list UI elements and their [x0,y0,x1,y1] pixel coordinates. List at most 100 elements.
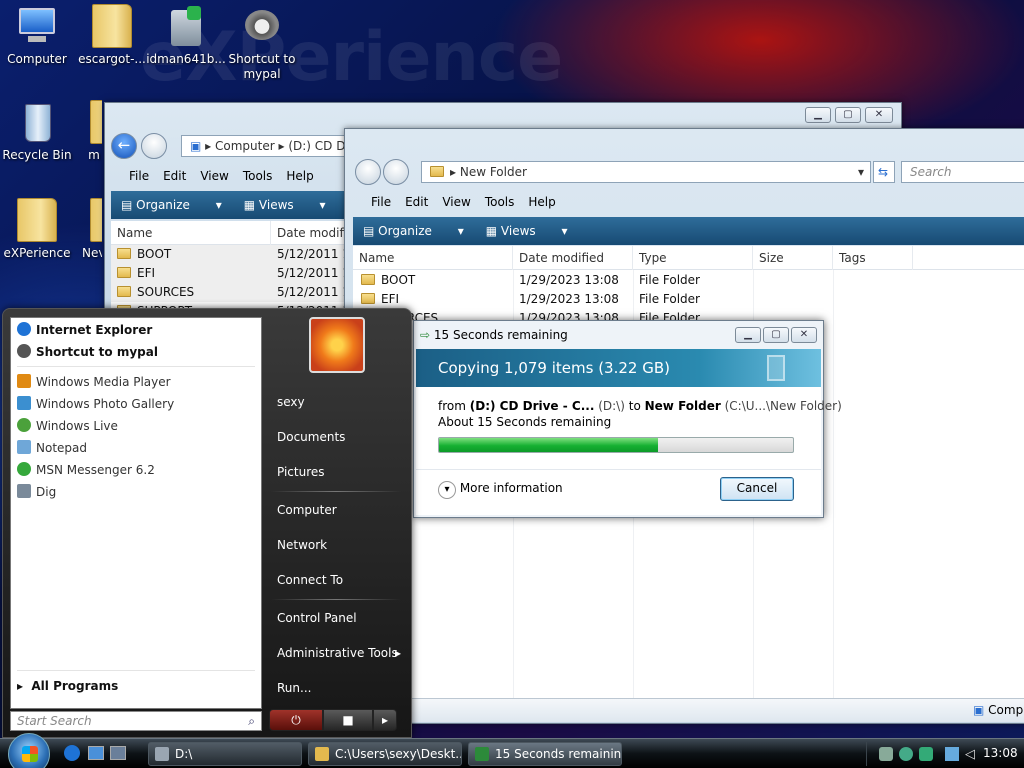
cancel-button[interactable]: Cancel [720,477,794,501]
taskbar-button-d-drive[interactable]: D:\ [148,742,302,766]
taskbar-button-desktop-folder[interactable]: C:\Users\sexy\Deskt... [308,742,462,766]
ie-quicklaunch-icon[interactable] [64,745,80,761]
chevron-right-icon: ▸ [381,713,389,727]
tray-icon[interactable] [919,747,933,761]
menu-file[interactable]: File [129,169,149,183]
menu-edit[interactable]: Edit [405,195,428,209]
back-button[interactable]: ← [111,133,137,159]
table-row[interactable]: EFI 1/29/2023 13:08 File Folder [353,290,1024,309]
desktop-icon-m[interactable]: m [72,100,102,163]
switch-windows-icon[interactable] [110,746,126,760]
address-bar[interactable]: ▣ ▸ Computer ▸ (D:) CD D [181,135,361,157]
start-item-msn-messenger[interactable]: MSN Messenger 6.2 [17,460,155,480]
back-button[interactable] [355,159,381,185]
lock-button[interactable]: ■ [323,709,373,731]
start-item-mypal[interactable]: Shortcut to mypal [17,342,158,362]
address-bar[interactable]: ▸ New Folder ▾ [421,161,871,183]
folder-icon [72,198,102,244]
close-button[interactable]: ✕ [791,327,817,343]
organize-button[interactable]: ▤ Organize ▾ [363,224,464,238]
desktop-icon-idman[interactable]: idman641b... [146,4,226,67]
col-name[interactable]: Name [111,221,271,245]
col-date[interactable]: Date modifie [271,221,351,245]
forward-button[interactable] [383,159,409,185]
start-button[interactable] [8,733,50,768]
start-link-admin-tools[interactable]: Administrative Tools [277,646,398,660]
all-programs-button[interactable]: ▸ All Programs [17,676,118,696]
desktop-icon-escargot[interactable]: escargot-... [72,4,152,67]
maximize-button[interactable]: ▢ [835,107,861,123]
menu-help[interactable]: Help [286,169,313,183]
start-link-pictures[interactable]: Pictures [277,465,325,479]
chevron-down-icon[interactable]: ▾ [858,162,864,182]
start-item-photo-gallery[interactable]: Windows Photo Gallery [17,394,174,414]
minimize-button[interactable]: ▁ [735,327,761,343]
menu-tools[interactable]: Tools [485,195,515,209]
copy-progress-dialog[interactable]: ⇨ 15 Seconds remaining ▁ ▢ ✕ Copying 1,0… [413,320,842,518]
folder-icon [430,166,444,177]
minimize-button[interactable]: ▁ [805,107,831,123]
menu-edit[interactable]: Edit [163,169,186,183]
desktop-icon-new[interactable]: Nev [72,198,102,261]
volume-icon[interactable]: ◁ [965,747,975,762]
menu-help[interactable]: Help [528,195,555,209]
shutdown-options-button[interactable]: ▸ [373,709,397,731]
tray-icon[interactable] [879,747,893,761]
show-desktop-icon[interactable] [88,746,104,760]
power-button[interactable]: ⏻ [269,709,323,731]
table-row[interactable]: BOOT5/12/2011 11 [111,245,349,264]
network-icon[interactable] [945,747,959,761]
folder-icon [361,274,375,285]
start-link-network[interactable]: Network [277,538,327,552]
search-input[interactable]: Search [901,161,1024,183]
start-link-user[interactable]: sexy [277,395,305,409]
computer-icon: ▣ [190,139,202,153]
desktop-icon-experience[interactable]: eXPerience [0,198,77,261]
col-type[interactable]: Type [633,246,753,270]
start-item-notepad[interactable]: Notepad [17,438,87,458]
menu-file[interactable]: File [371,195,391,209]
start-search-input[interactable]: Start Search ⌕ [10,711,262,731]
views-button[interactable]: ▦ Views ▾ [486,224,568,238]
table-row[interactable]: EFI5/12/2011 11 [111,264,349,283]
start-item-internet-explorer[interactable]: Internet Explorer [17,320,152,340]
menu-tools[interactable]: Tools [243,169,273,183]
maximize-button[interactable]: ▢ [763,327,789,343]
start-link-connect-to[interactable]: Connect To [277,573,343,587]
col-date-modified[interactable]: Date modified [513,246,633,270]
table-row[interactable]: SOURCES5/12/2011 11 [111,283,349,302]
col-size[interactable]: Size [753,246,833,270]
views-button[interactable]: ▦ Views ▾ [244,198,326,212]
menu-view[interactable]: View [442,195,470,209]
col-tags[interactable]: Tags [833,246,913,270]
taskbar: D:\ C:\Users\sexy\Deskt... 15 Seconds re… [0,733,1024,768]
start-item-dig[interactable]: Dig [17,482,56,502]
start-item-windows-live[interactable]: Windows Live [17,416,118,436]
raccoon-icon [239,4,285,50]
folder-icon [315,747,329,761]
desktop-icon-computer[interactable]: Computer [0,4,77,67]
desktop-icon-mypal[interactable]: Shortcut to mypal [222,4,302,82]
start-menu-programs: Internet Explorer Shortcut to mypal Wind… [10,317,262,709]
organize-button[interactable]: ▤ Organize ▾ [121,198,222,212]
progress-fill [439,438,659,452]
start-link-computer[interactable]: Computer [277,503,337,517]
col-name[interactable]: Name [353,246,513,270]
more-information-toggle[interactable]: ▾ More information [438,479,563,499]
dialog-body: from (D:) CD Drive - C... (D:\) to New F… [416,387,842,515]
forward-button[interactable] [141,133,167,159]
start-item-media-player[interactable]: Windows Media Player [17,372,171,392]
table-row[interactable]: BOOT 1/29/2023 13:08 File Folder [353,271,1024,290]
taskbar-button-copy[interactable]: 15 Seconds remaining [468,742,622,766]
start-link-control-panel[interactable]: Control Panel [277,611,357,625]
messenger-tray-icon[interactable] [899,747,913,761]
refresh-button[interactable]: ⇆ [873,161,895,183]
start-link-run[interactable]: Run... [277,681,311,695]
desktop-icon-recycle-bin[interactable]: Recycle Bin [0,100,77,163]
start-link-documents[interactable]: Documents [277,430,345,444]
dialog-heading: Copying 1,079 items (3.22 GB) [416,349,821,387]
clock[interactable]: 13:08 [983,746,1018,760]
search-icon: ⌕ [248,714,255,728]
menu-view[interactable]: View [200,169,228,183]
close-button[interactable]: ✕ [865,107,893,123]
